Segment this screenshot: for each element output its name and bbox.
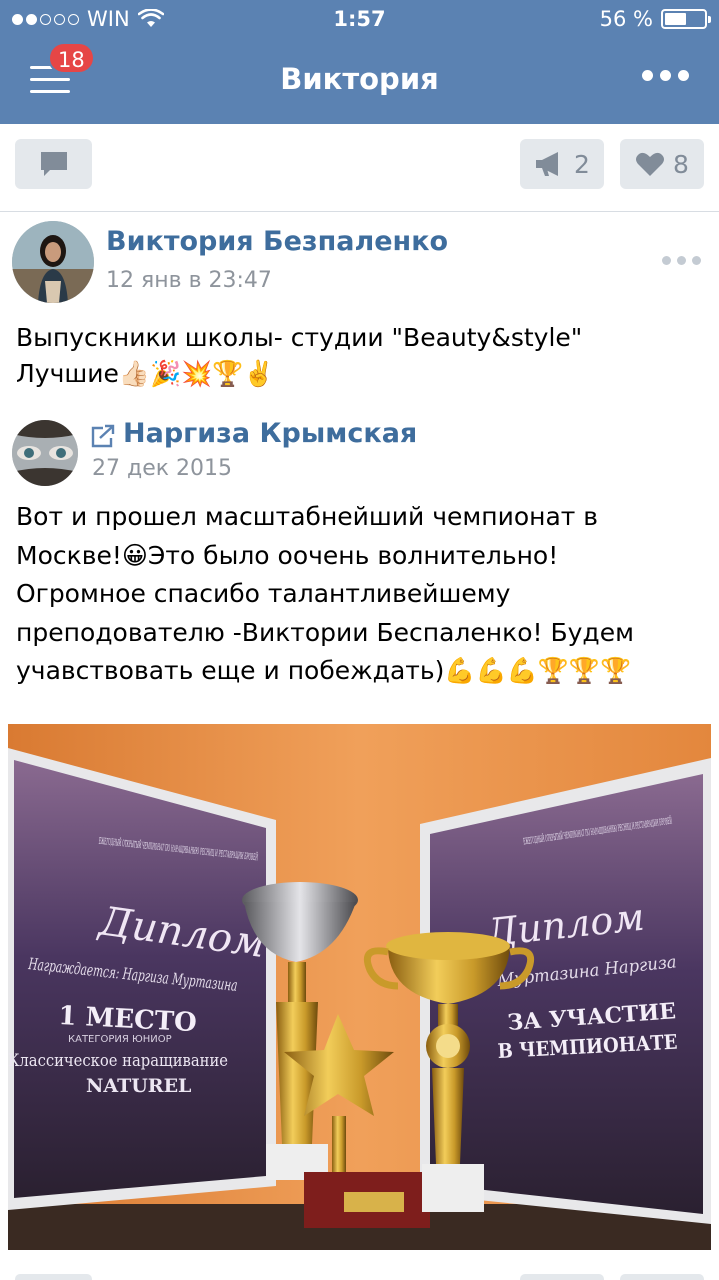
comment-icon — [40, 152, 67, 176]
left-diploma: ЕЖЕГОДНЫЙ ОТКРЫТЫЙ ЧЕМПИОНАТ ПО НАРАЩИВА… — [8, 748, 276, 1210]
post-text-line: Лучшие👍🏻🎉💥🏆✌️ — [16, 359, 275, 388]
post-menu-button[interactable] — [662, 256, 701, 265]
repost-text-line: Москве!😀Это было оочень волнительно! — [16, 540, 559, 570]
heart-icon — [636, 152, 665, 176]
comment-button[interactable] — [15, 139, 92, 189]
battery-percent: 56 % — [599, 7, 653, 31]
repost-text-line: Вот и прошел масштабнейший чемпионат в — [16, 502, 599, 531]
more-options-button[interactable] — [642, 70, 689, 81]
repost-arrow-icon — [91, 424, 115, 448]
left-diploma-discipline: Классическое наращивание — [8, 1051, 228, 1071]
battery-icon — [661, 9, 711, 29]
repost-text-line: преподователю -Виктории Беспаленко! Буде… — [16, 617, 634, 647]
post-text-line: Выпускники школы- студии "Beauty&style" — [16, 323, 583, 352]
post-text: Выпускники школы- студии "Beauty&style" … — [16, 320, 706, 392]
top-header: WIN 1:57 56 % 18 Виктория — [0, 0, 719, 124]
repost-author-name[interactable]: Наргиза Крымская — [123, 418, 417, 449]
repost-count: 2 — [574, 149, 590, 179]
post-timestamp[interactable]: 12 янв в 23:47 — [106, 268, 272, 293]
author-avatar[interactable] — [12, 221, 94, 303]
repost-button[interactable]: 2 — [520, 139, 604, 189]
like-button[interactable]: 8 — [620, 139, 704, 189]
repost-text: Вот и прошел масштабнейший чемпионат в М… — [16, 498, 706, 691]
like-count: 8 — [673, 149, 689, 179]
post-photo[interactable]: ЕЖЕГОДНЫЙ ОТКРЫТЫЙ ЧЕМПИОНАТ ПО НАРАЩИВА… — [8, 724, 711, 1250]
repost-text-line: учавствовать еще и побеждать)💪💪💪🏆🏆🏆 — [16, 656, 632, 685]
page-title: Виктория — [280, 62, 439, 96]
post-author-name[interactable]: Виктория Безпаленко — [106, 226, 448, 257]
more-dots-icon — [642, 70, 653, 81]
left-diploma-technique: NATUREL — [86, 1075, 191, 1097]
post-action-bar: 2 8 — [0, 124, 719, 212]
repost-text-line: Огромное спасибо талантливейшему — [16, 579, 511, 608]
left-diploma-category: КАТЕГОРИЯ ЮНИОР — [68, 1034, 172, 1045]
status-bar: WIN 1:57 56 % — [0, 0, 719, 40]
repost-timestamp[interactable]: 27 дек 2015 — [92, 456, 232, 481]
more-dots-icon — [662, 256, 671, 265]
repost-author-avatar[interactable] — [12, 420, 78, 486]
status-right: 56 % — [599, 7, 711, 31]
next-action-bar-peek — [0, 1268, 719, 1280]
megaphone-icon — [536, 152, 559, 176]
